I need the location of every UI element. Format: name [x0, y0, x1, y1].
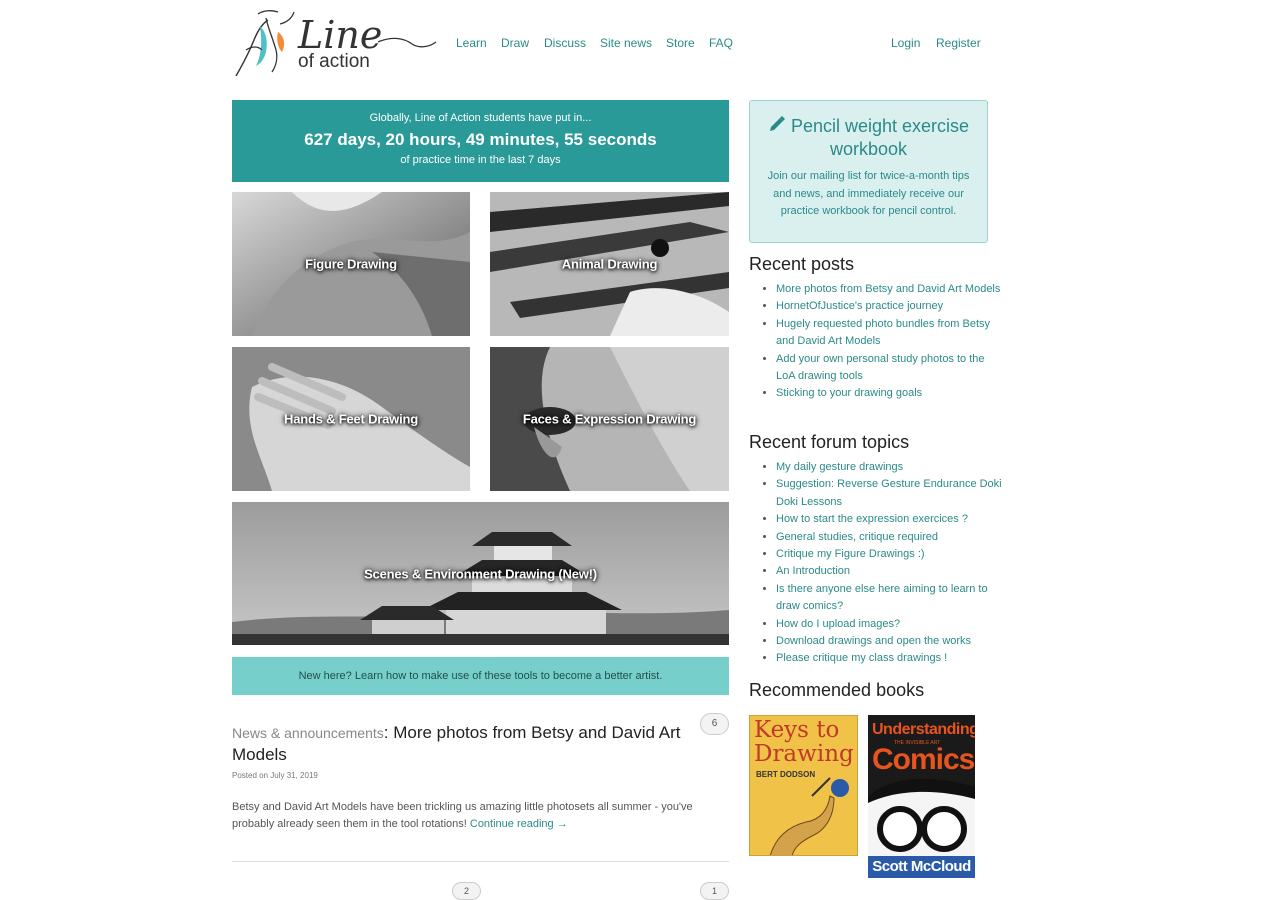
hand-drawing-illustration	[769, 777, 849, 855]
tile-faces-expression-drawing[interactable]: Faces & Expression Drawing	[490, 347, 729, 491]
forum-topic-link[interactable]: My daily gesture drawings	[776, 461, 903, 473]
pencil-icon	[768, 115, 786, 138]
nav-draw[interactable]: Draw	[501, 36, 529, 50]
list-item: General studies, critique required	[776, 529, 1002, 546]
login-link[interactable]: Login	[891, 36, 920, 50]
list-item: Download drawings and open the works	[776, 633, 1002, 650]
tile-label: Scenes & Environment Drawing (New!)	[364, 566, 597, 581]
nav-store[interactable]: Store	[666, 36, 695, 50]
recent-forum-topics-heading: Recent forum topics	[749, 432, 910, 452]
stats-intro: Globally, Line of Action students have p…	[369, 112, 592, 124]
post-excerpt: Betsy and David Art Models have been tri…	[232, 799, 729, 833]
practice-time-banner: Globally, Line of Action students have p…	[232, 100, 729, 182]
list-item: Add your own personal study photos to th…	[776, 351, 1002, 386]
book-understanding-comics[interactable]: Understanding THE INVISIBLE ART Comics S…	[868, 715, 975, 878]
tile-figure-drawing[interactable]: Figure Drawing	[232, 192, 470, 336]
list-item: Hugely requested photo bundles from Bets…	[776, 316, 1002, 351]
list-item: How do I upload images?	[776, 616, 1002, 633]
list-item: An Introduction	[776, 563, 1002, 580]
list-item: HornetOfJustice's practice journey	[776, 298, 1002, 315]
tile-scenes-environment-drawing[interactable]: Scenes & Environment Drawing (New!)	[232, 502, 729, 645]
continue-reading-link[interactable]: Continue reading →	[470, 818, 568, 830]
promo-description: Join our mailing list for twice-a-month …	[767, 170, 970, 217]
recent-post-link[interactable]: Sticking to your drawing goals	[776, 387, 922, 399]
recent-post-link[interactable]: HornetOfJustice's practice journey	[776, 300, 943, 312]
promo-title-text: Pencil weight exercise workbook	[790, 116, 970, 159]
nav-faq[interactable]: FAQ	[709, 36, 733, 50]
forum-topic-link[interactable]: Download drawings and open the works	[776, 635, 971, 647]
site-logo[interactable]: Line of action	[232, 6, 438, 80]
recent-posts-heading: Recent posts	[749, 254, 855, 274]
promo-title[interactable]: Pencil weight exercise workbook	[750, 115, 987, 160]
comment-count-badge[interactable]: 6	[700, 713, 729, 735]
book-title-line: Comics	[872, 743, 975, 776]
list-item: Please critique my class drawings !	[776, 650, 1002, 667]
tile-label: Hands & Feet Drawing	[284, 411, 418, 427]
recent-post-link[interactable]: More photos from Betsy and David Art Mod…	[776, 283, 1000, 295]
forum-topic-link[interactable]: How do I upload images?	[776, 618, 900, 630]
recommended-books-heading: Recommended books	[749, 680, 925, 700]
book-title-line: Drawing	[754, 741, 854, 767]
list-item: Sticking to your drawing goals	[776, 385, 1002, 402]
forum-topic-link[interactable]: Please critique my class drawings !	[776, 652, 947, 664]
tile-hands-feet-drawing[interactable]: Hands & Feet Drawing	[232, 347, 470, 491]
forum-topic-link[interactable]: Is there anyone else here aiming to lear…	[776, 583, 988, 612]
logo-text-of-action: of action	[298, 51, 370, 72]
register-link[interactable]: Register	[936, 36, 981, 50]
stats-total-time: 627 days, 20 hours, 49 minutes, 55 secon…	[304, 130, 657, 149]
recent-posts-list: More photos from Betsy and David Art Mod…	[762, 281, 1002, 403]
forum-topic-link[interactable]: How to start the expression exercices ?	[776, 513, 968, 525]
recent-topics-list: My daily gesture drawings Suggestion: Re…	[762, 459, 1002, 668]
tile-label: Figure Drawing	[305, 256, 397, 272]
forum-topic-link[interactable]: Suggestion: Reverse Gesture Endurance Do…	[776, 478, 1002, 507]
workbook-promo[interactable]: Pencil weight exercise workbook Join our…	[749, 100, 988, 243]
new-here-banner[interactable]: New here? Learn how to make use of these…	[232, 657, 729, 695]
post-title[interactable]: News & announcements: More photos from B…	[232, 722, 702, 765]
forum-topic-link[interactable]: Critique my Figure Drawings :)	[776, 548, 925, 560]
tile-animal-drawing[interactable]: Animal Drawing	[490, 192, 729, 336]
post-category[interactable]: News & announcements	[232, 725, 384, 741]
post-excerpt-text: Betsy and David Art Models have been tri…	[232, 801, 693, 830]
list-item: Suggestion: Reverse Gesture Endurance Do…	[776, 476, 1002, 511]
list-item: How to start the expression exercices ?	[776, 511, 1002, 528]
list-item: Is there anyone else here aiming to lear…	[776, 581, 1002, 616]
post-divider	[232, 861, 729, 862]
forum-topic-link[interactable]: An Introduction	[776, 565, 850, 577]
nav-learn[interactable]: Learn	[456, 36, 487, 50]
book-title-line: Keys to	[754, 717, 840, 743]
book-title-line: Understanding	[872, 721, 975, 738]
forum-topic-link[interactable]: General studies, critique required	[776, 531, 938, 543]
recent-post-link[interactable]: Hugely requested photo bundles from Bets…	[776, 318, 990, 347]
stats-period: of practice time in the last 7 days	[400, 154, 561, 166]
glasses-face-illustration	[868, 778, 975, 867]
recent-post-link[interactable]: Add your own personal study photos to th…	[776, 353, 985, 382]
tile-label: Faces & Expression Drawing	[522, 411, 697, 427]
nav-discuss[interactable]: Discuss	[544, 36, 586, 50]
post-date: Posted on July 31, 2019	[232, 771, 318, 780]
comment-count-badge[interactable]: 2	[452, 882, 481, 900]
list-item: More photos from Betsy and David Art Mod…	[776, 281, 1002, 298]
book-keys-to-drawing[interactable]: Keys to Drawing BERT DODSON	[749, 715, 858, 856]
book-author: Scott McCloud	[868, 856, 975, 878]
nav-site-news[interactable]: Site news	[600, 36, 652, 50]
list-item: My daily gesture drawings	[776, 459, 1002, 476]
tile-label: Animal Drawing	[561, 256, 658, 272]
list-item: Critique my Figure Drawings :)	[776, 546, 1002, 563]
comment-count-badge[interactable]: 1	[700, 882, 729, 900]
